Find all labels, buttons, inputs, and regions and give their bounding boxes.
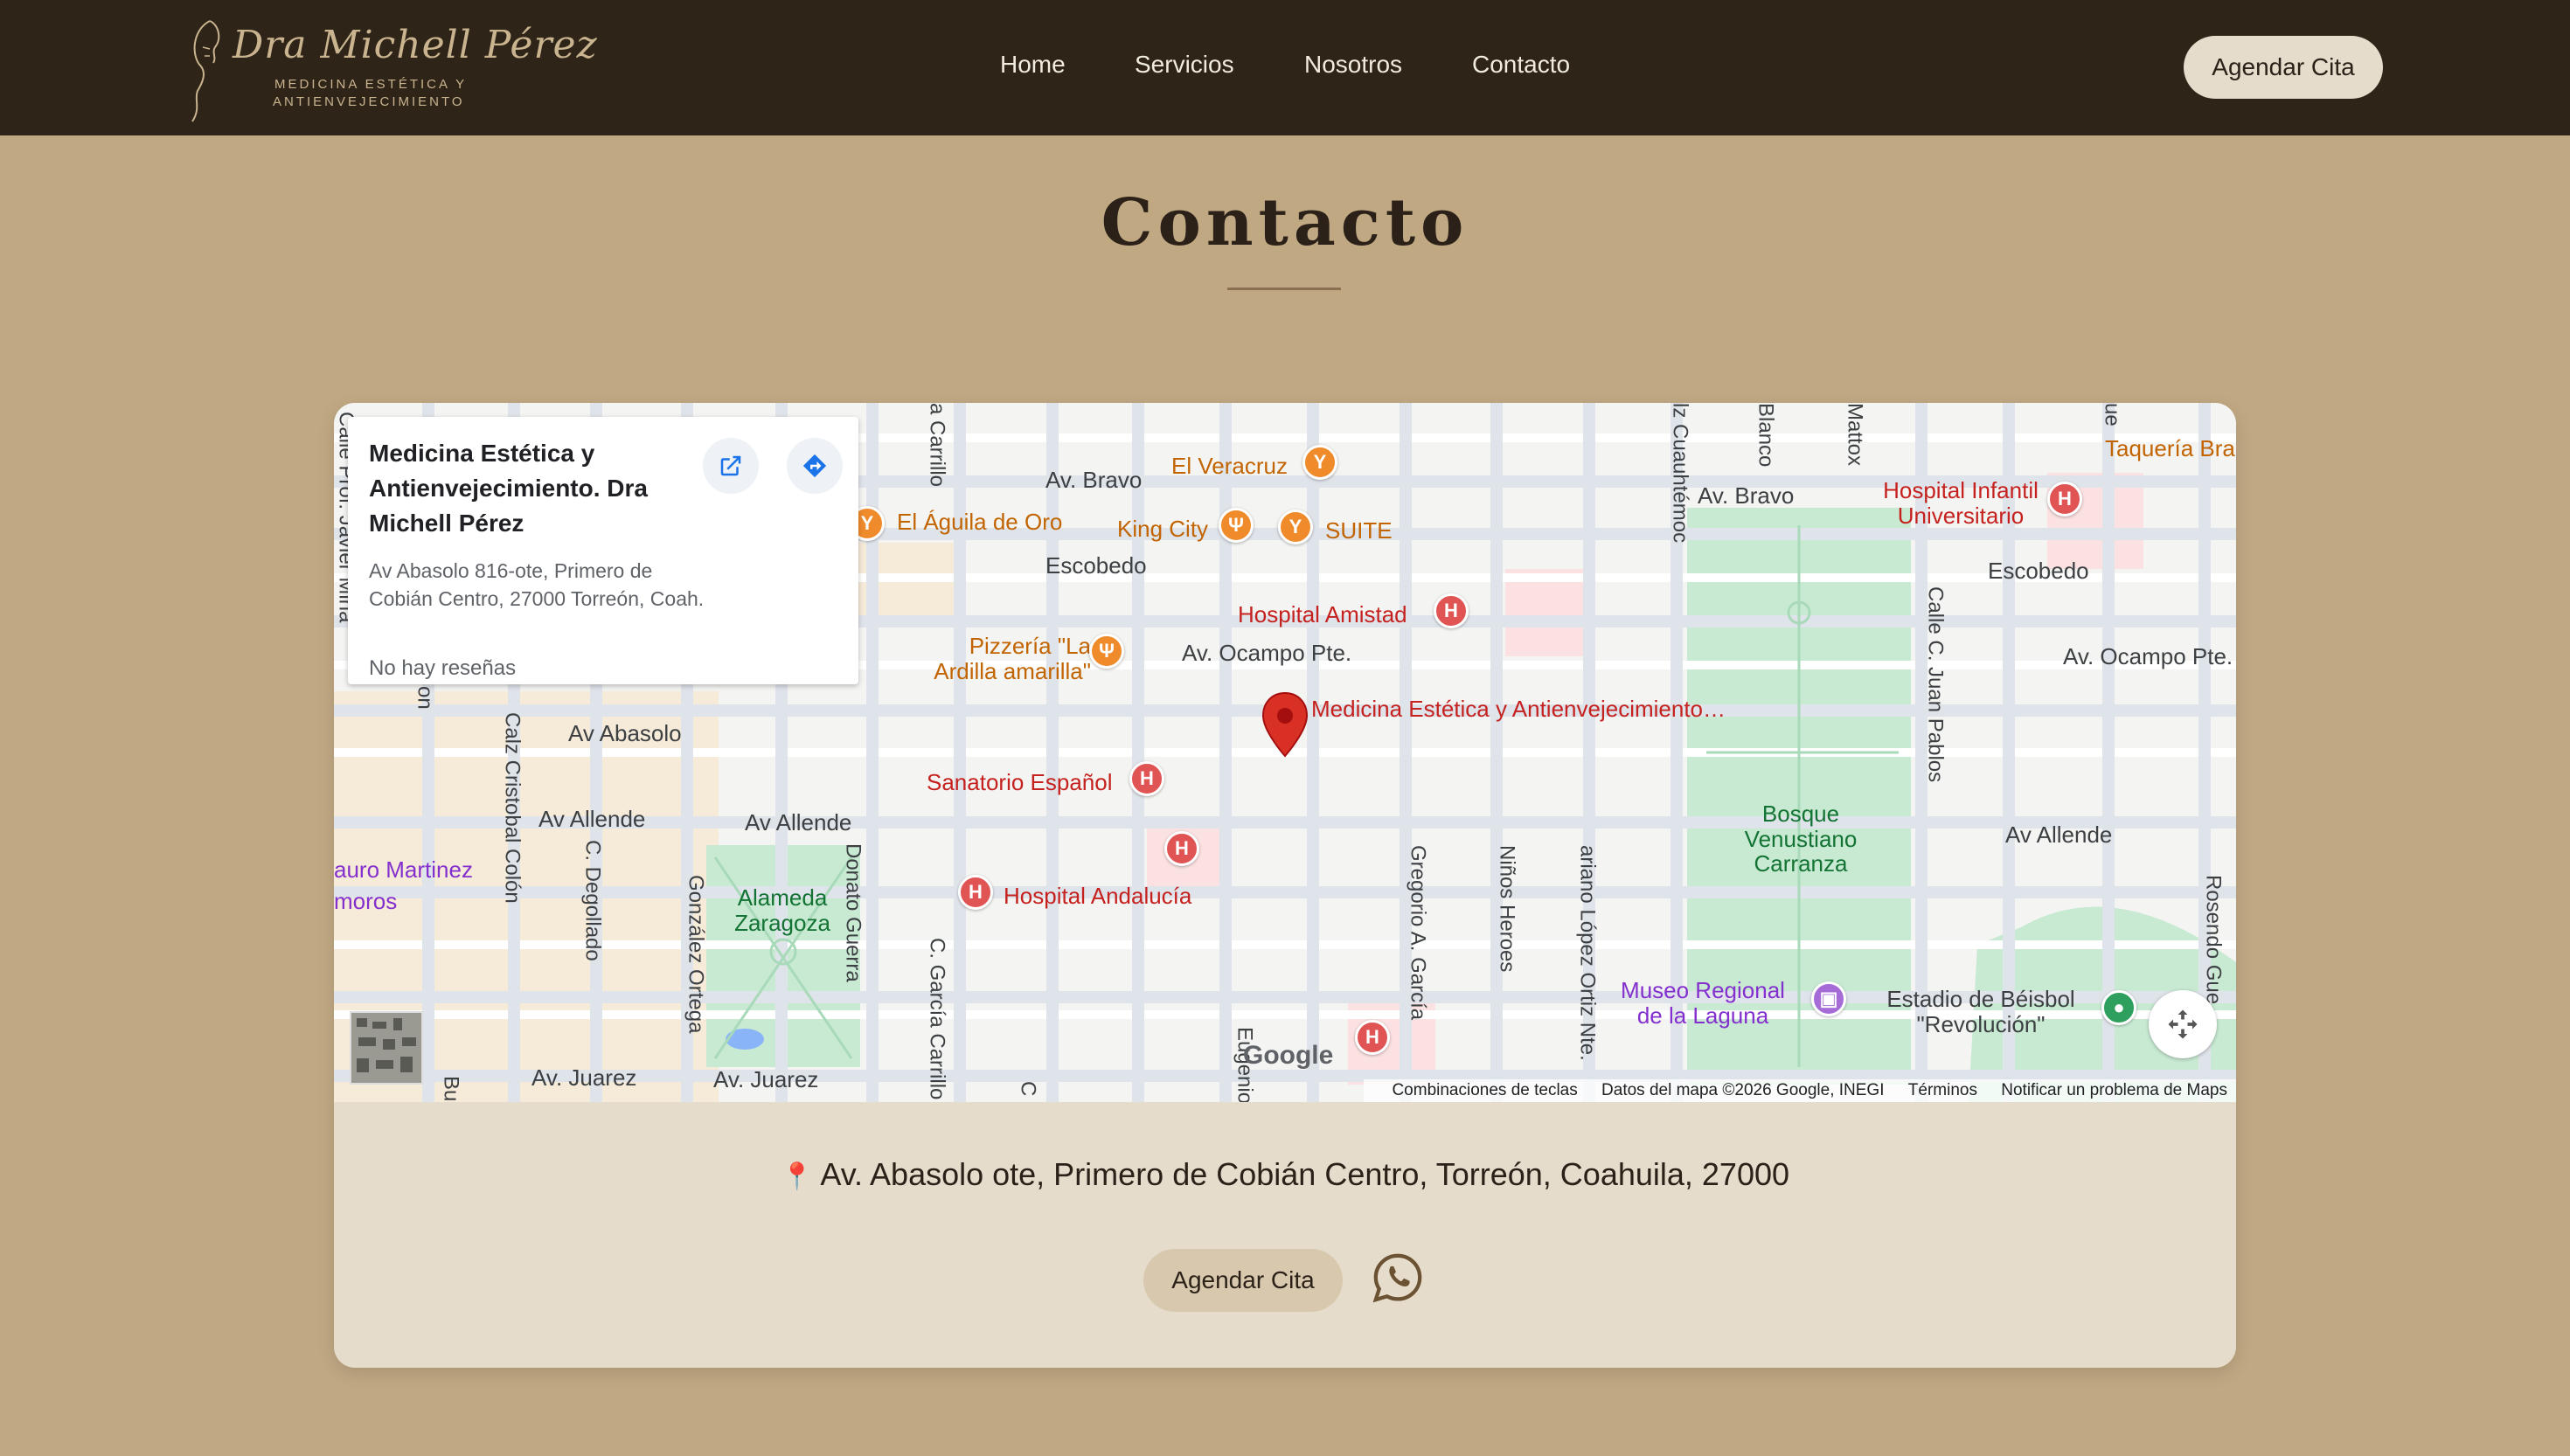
nav-nosotros[interactable]: Nosotros bbox=[1304, 51, 1402, 79]
street-av-juarez-2: Av. Juarez bbox=[713, 1066, 819, 1092]
poi-target-business[interactable]: Medicina Estética y Antienvejecimiento… bbox=[1311, 697, 1726, 722]
street-mattox: Mattox bbox=[1843, 403, 1867, 467]
street-cuauhtemoc: lz Cuauhtémoc bbox=[1668, 403, 1692, 544]
bar-icon: Y bbox=[1278, 510, 1313, 544]
street-av-ocampo-1: Av. Ocampo Pte. bbox=[1182, 640, 1352, 666]
hospital-icon: H bbox=[2047, 482, 2082, 517]
nav-servicios[interactable]: Servicios bbox=[1135, 51, 1234, 79]
street-c-degollado: C. Degollado bbox=[580, 840, 605, 961]
street-lopez-ortiz: ariano López Ortiz Nte. bbox=[1575, 845, 1600, 1061]
poi-estadio[interactable]: Estadio de Béisbol "Revolución" bbox=[1867, 987, 2094, 1037]
street-bu: Bu bbox=[439, 1076, 463, 1102]
poi-lauro-martinez[interactable]: auro Martinez bbox=[334, 857, 473, 883]
brand-subtitle-1: MEDICINA ESTÉTICA Y bbox=[274, 77, 468, 92]
street-gonzalez-ortega: González Ortega bbox=[684, 875, 708, 1034]
restaurant-icon: Ψ bbox=[1089, 634, 1124, 669]
poi-taqueria[interactable]: Taquería Bra bbox=[2105, 436, 2235, 461]
street-escobedo-2: Escobedo bbox=[1988, 558, 2089, 584]
street-av-allende-3: Av Allende bbox=[2005, 822, 2113, 848]
street-escobedo-1: Escobedo bbox=[1045, 552, 1147, 579]
poi-king-city[interactable]: King City bbox=[1117, 517, 1208, 542]
street-av-bravo-2: Av. Bravo bbox=[1698, 482, 1795, 509]
street-av-allende-1: Av Allende bbox=[538, 806, 646, 832]
map-footer: Combinaciones de teclas Datos del mapa ©… bbox=[1364, 1079, 2236, 1102]
street-av-allende-2: Av Allende bbox=[745, 809, 852, 835]
hospital-icon: H bbox=[958, 875, 993, 910]
open-in-new-icon bbox=[720, 455, 741, 476]
museum-icon: ▣ bbox=[1811, 981, 1846, 1016]
poi-pizzeria[interactable]: Pizzería "La Ardilla amarilla" bbox=[907, 634, 1091, 683]
poi-hospital-amistad[interactable]: Hospital Amistad bbox=[1238, 602, 1407, 627]
book-appointment-button-bottom[interactable]: Agendar Cita bbox=[1143, 1249, 1343, 1312]
street-gregorio-garcia: Gregorio A. García bbox=[1406, 845, 1430, 1021]
poi-hospital-infantil[interactable]: Hospital Infantil Universitario bbox=[1869, 478, 2053, 528]
map-info-window: Medicina Estética y Antienvejecimiento. … bbox=[348, 417, 858, 684]
site-header: Dra Michell Pérez MEDICINA ESTÉTICA Y AN… bbox=[0, 0, 2570, 135]
hospital-icon: H bbox=[1129, 761, 1164, 796]
brand-script-name: Dra Michell Pérez bbox=[233, 23, 598, 67]
embedded-map[interactable]: Av. Bravo Av. Bravo Escobedo Escobedo Av… bbox=[334, 403, 2236, 1102]
keyboard-shortcuts-link[interactable]: Combinaciones de teclas bbox=[1392, 1081, 1577, 1099]
fullscreen-icon bbox=[2168, 1009, 2198, 1039]
street-calz-colon: Calz Cristobal Colón bbox=[500, 712, 524, 904]
street-carrillo-top: a Carrillo bbox=[925, 403, 949, 488]
poi-aguila-de-oro[interactable]: El Águila de Oro bbox=[897, 510, 1062, 535]
hospital-icon: H bbox=[1434, 593, 1469, 628]
directions-icon bbox=[802, 454, 827, 478]
nav-home[interactable]: Home bbox=[1000, 51, 1066, 79]
brand-logo[interactable]: Dra Michell Pérez MEDICINA ESTÉTICA Y AN… bbox=[184, 12, 597, 126]
google-logo: Google bbox=[1243, 1041, 1334, 1070]
street-av-ocampo-2: Av. Ocampo Pte. bbox=[2063, 643, 2233, 669]
hospital-icon: H bbox=[1164, 831, 1199, 866]
street-blanco: Blanco bbox=[1754, 403, 1778, 468]
hospital-icon: H bbox=[1355, 1020, 1390, 1055]
contact-card: Av. Bravo Av. Bravo Escobedo Escobedo Av… bbox=[334, 403, 2236, 1368]
street-c-garcia-carrillo: C. García Carrillo bbox=[925, 938, 949, 1100]
poi-suite[interactable]: SUITE bbox=[1325, 518, 1393, 544]
poi-sanatorio-espanol[interactable]: Sanatorio Español bbox=[927, 770, 1112, 795]
poi-el-veracruz[interactable]: El Veracruz bbox=[1171, 454, 1288, 479]
page-title: Contacto bbox=[1101, 185, 1469, 260]
street-av-abasolo: Av Abasolo bbox=[568, 720, 682, 746]
title-divider bbox=[1227, 288, 1341, 290]
report-problem-link[interactable]: Notificar un problema de Maps bbox=[2001, 1081, 2227, 1099]
street-av-bravo-1: Av. Bravo bbox=[1045, 467, 1143, 493]
place-address: Av Abasolo 816-ote, Primero de Cobián Ce… bbox=[369, 559, 705, 610]
target-location-pin-icon[interactable] bbox=[1261, 691, 1309, 758]
directions-button[interactable] bbox=[787, 438, 843, 494]
place-reviews: No hay reseñas bbox=[369, 656, 517, 680]
poi-moros[interactable]: moros bbox=[334, 889, 397, 914]
street-donato-guerra: Donato Guerra bbox=[841, 843, 865, 982]
restaurant-icon: Ψ bbox=[1219, 508, 1254, 543]
brand-subtitle-2: ANTIENVEJECIMIENTO bbox=[273, 94, 465, 109]
fullscreen-button[interactable] bbox=[2149, 990, 2217, 1058]
street-on: on bbox=[413, 686, 437, 710]
terms-link[interactable]: Términos bbox=[1908, 1081, 1977, 1099]
open-in-maps-button[interactable] bbox=[703, 438, 759, 494]
street-c-small: C bbox=[1016, 1081, 1040, 1097]
map-pin-icon: 📍 bbox=[780, 1162, 814, 1191]
poi-museo-regional[interactable]: Museo Regional de la Laguna bbox=[1607, 978, 1799, 1028]
book-appointment-button[interactable]: Agendar Cita bbox=[2184, 36, 2383, 99]
map-thumbnail[interactable] bbox=[350, 1011, 423, 1085]
satellite-thumbnail-icon bbox=[351, 1013, 421, 1083]
stadium-icon: ● bbox=[2101, 990, 2136, 1025]
bar-icon: Y bbox=[1302, 445, 1337, 480]
contact-address-text: Av. Abasolo ote, Primero de Cobián Centr… bbox=[820, 1156, 1790, 1192]
whatsapp-icon[interactable] bbox=[1371, 1251, 1425, 1305]
poi-alameda-zaragoza[interactable]: Alameda Zaragoza bbox=[726, 885, 839, 935]
contact-address: 📍 Av. Abasolo ote, Primero de Cobián Cent… bbox=[334, 1156, 2236, 1193]
place-name: Medicina Estética y Antienvejecimiento. … bbox=[369, 440, 648, 537]
poi-hospital-andalucia[interactable]: Hospital Andalucía bbox=[1004, 884, 1191, 909]
street-ninos-heroes: Niños Heroes bbox=[1495, 845, 1519, 973]
poi-bosque-venustiano[interactable]: Bosque Venustiano Carranza bbox=[1731, 801, 1871, 877]
map-data-attribution: Datos del mapa ©2026 Google, INEGI bbox=[1601, 1081, 1885, 1099]
street-av-juarez-1: Av. Juarez bbox=[531, 1064, 637, 1091]
street-juan-pablos: Calle C. Juan Pablos bbox=[1923, 586, 1948, 783]
street-ue: ue bbox=[2100, 403, 2124, 426]
nav-contacto[interactable]: Contacto bbox=[1472, 51, 1570, 79]
street-rosendo: Rosendo Gue bbox=[2201, 875, 2226, 1005]
